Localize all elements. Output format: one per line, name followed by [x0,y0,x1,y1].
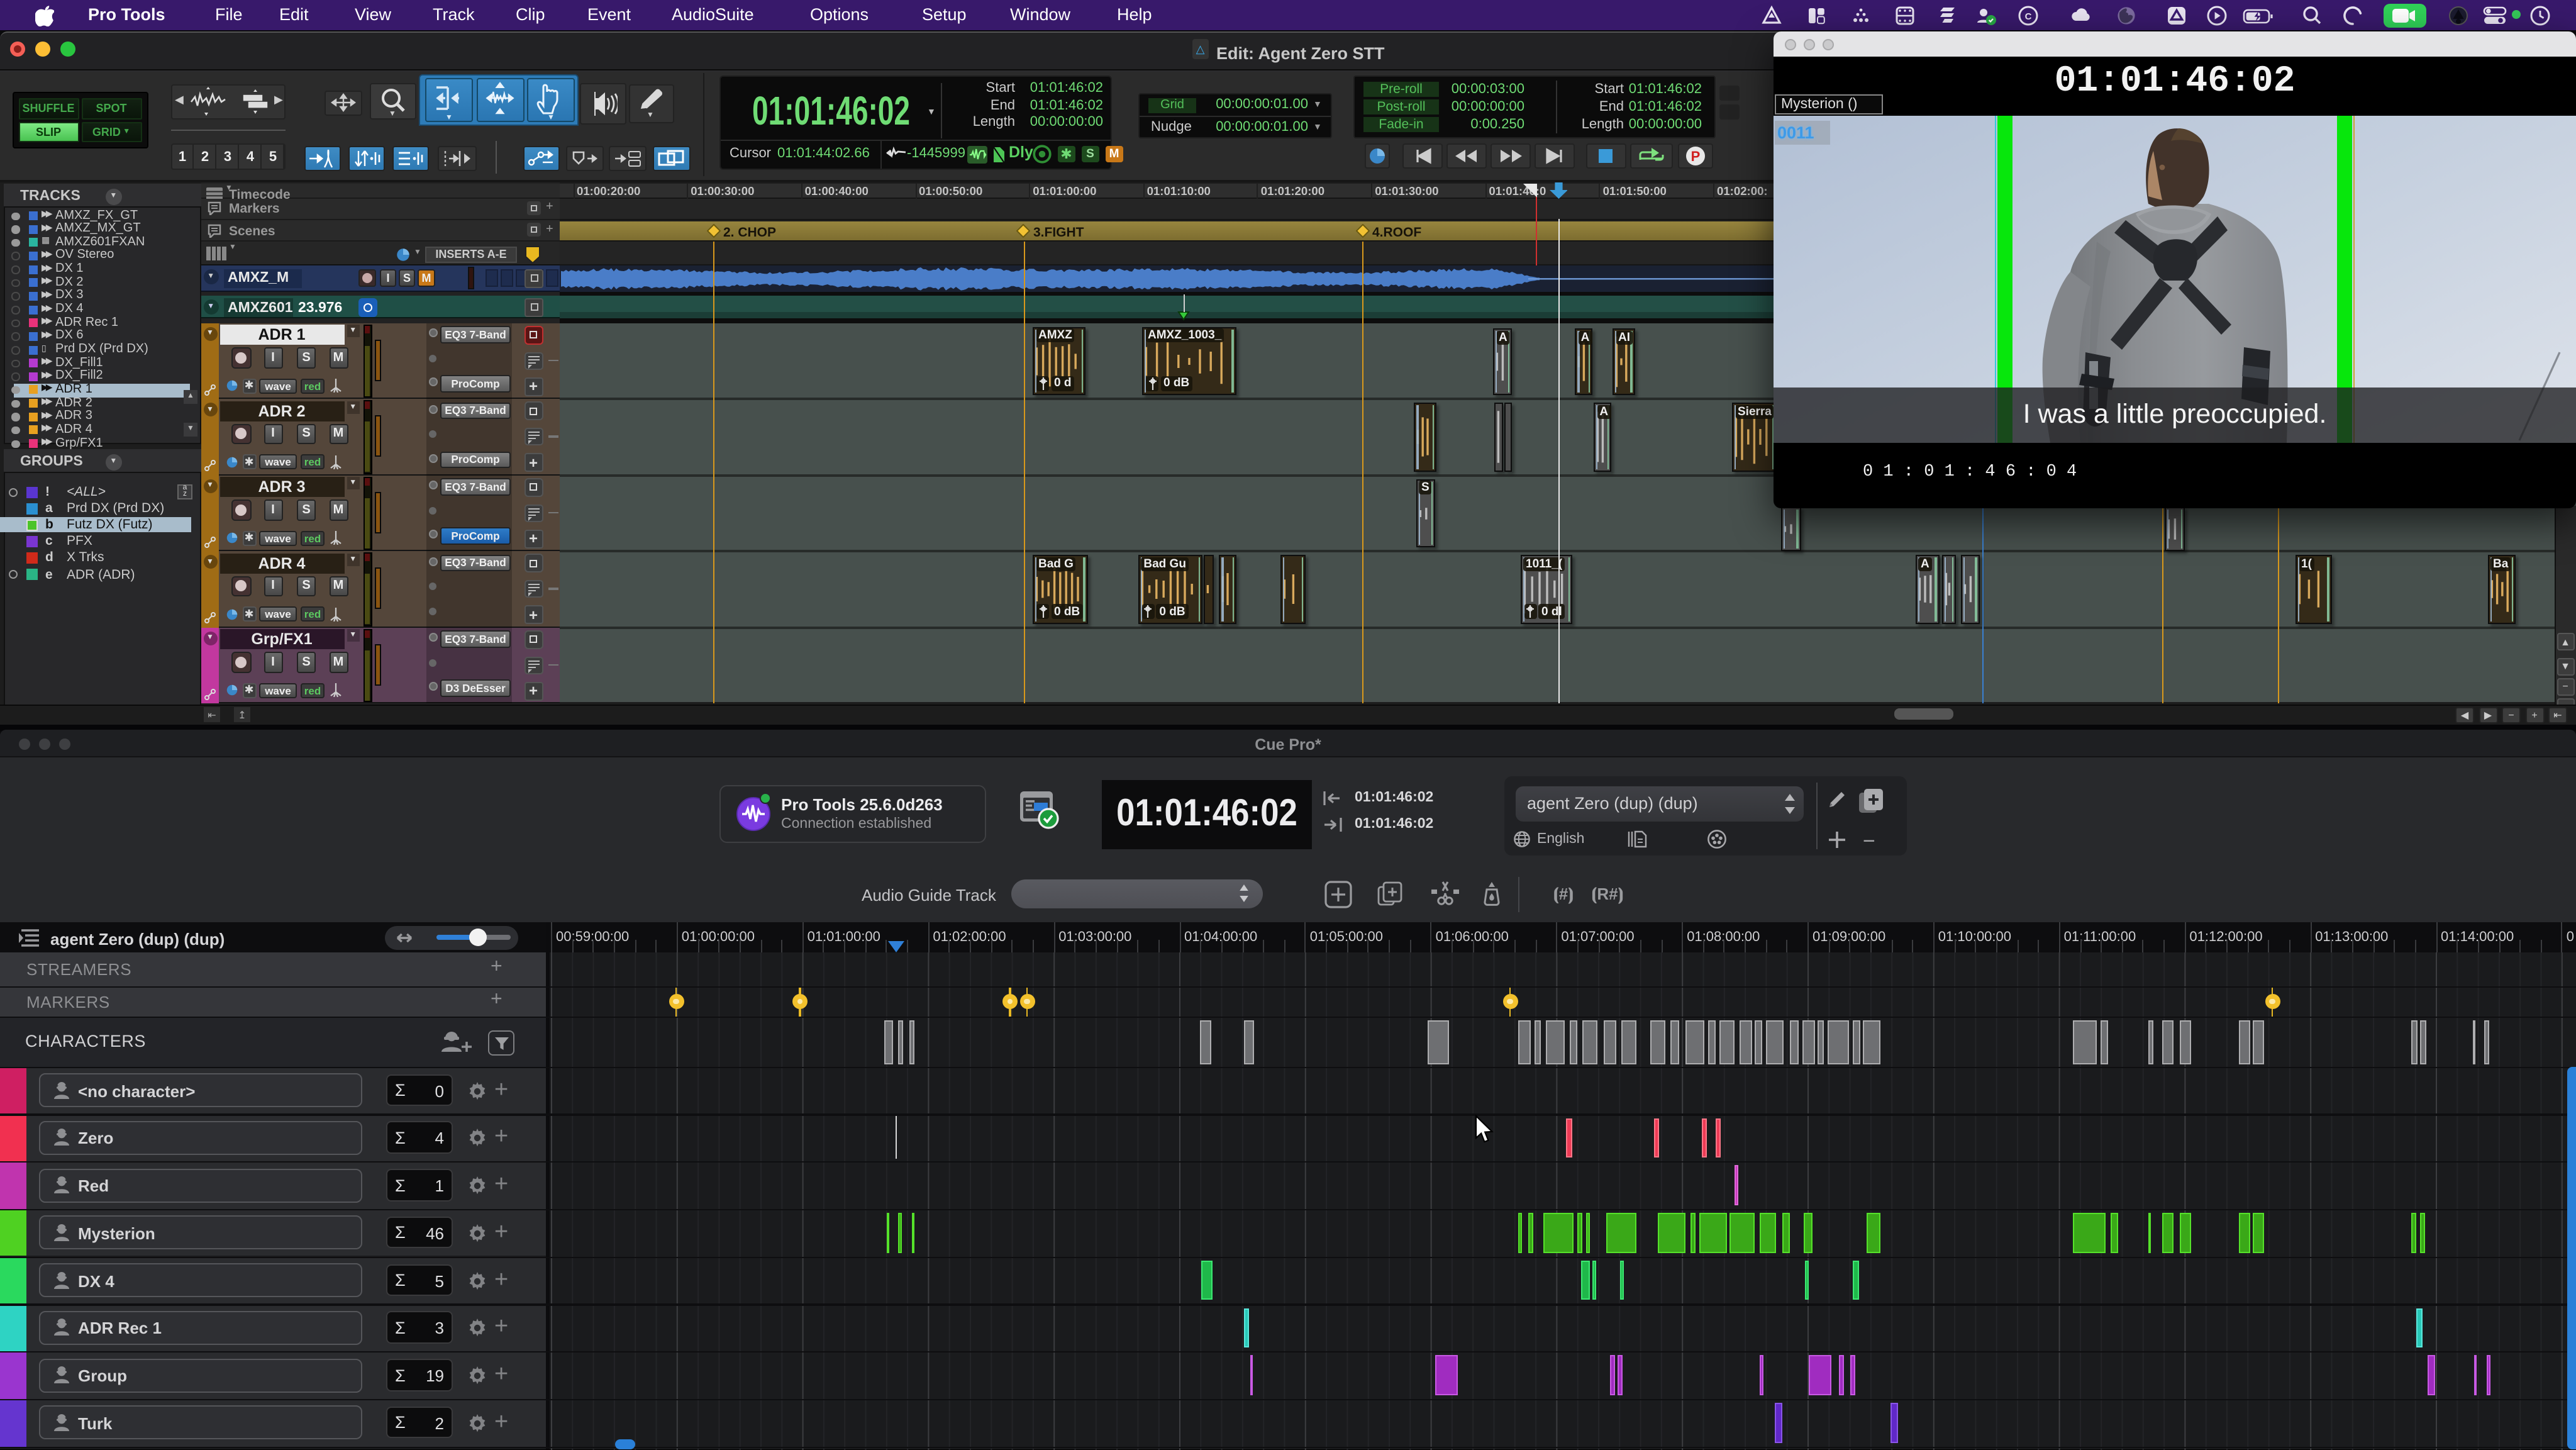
svg-text:P: P [1691,148,1701,164]
svg-text:C: C [2025,11,2032,21]
